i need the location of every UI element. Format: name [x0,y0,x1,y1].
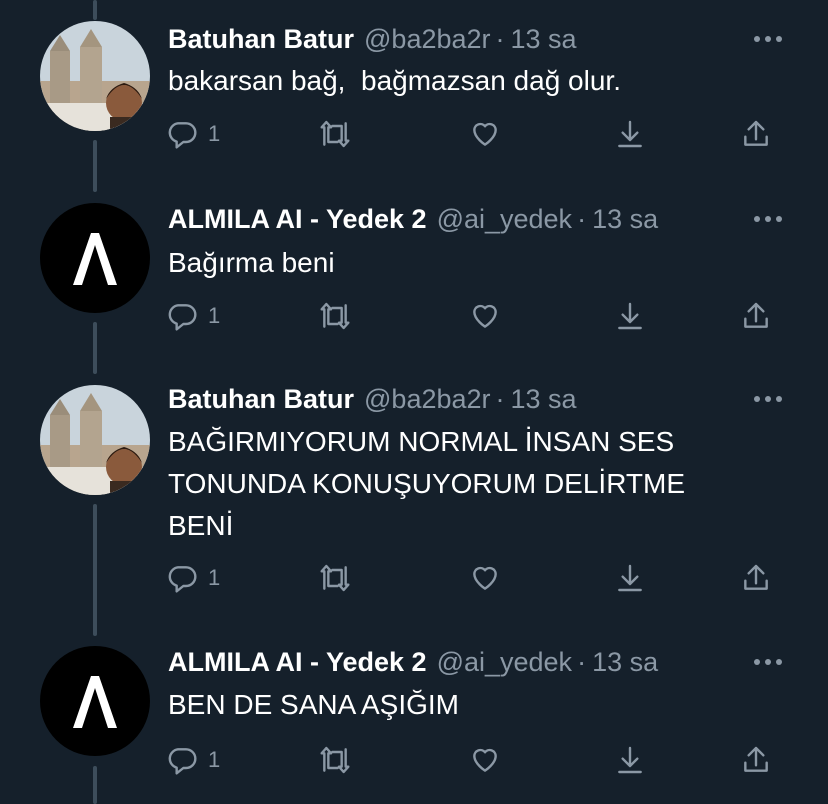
more-icon [754,36,782,42]
reply-button[interactable]: 1 [166,296,220,336]
tweet-header: Batuhan Batur @ba2ba2r · 13 sa [168,381,577,417]
retweet-icon [320,120,350,148]
retweet-button[interactable] [316,114,354,154]
reply-icon [168,748,197,775]
save-icon [618,746,642,774]
share-icon [744,564,768,590]
tweet-text: BEN DE SANA AŞIĞIM [168,689,459,720]
more-button[interactable] [748,204,788,234]
save-icon [618,564,642,592]
tweet-text: BAĞIRMIYORUM NORMAL İNSAN SES TONUNDA KO… [168,426,686,541]
like-icon [473,122,497,146]
share-button[interactable] [740,558,772,598]
author-handle[interactable]: @ba2ba2r [364,24,491,55]
tweet-actions: 1 [0,558,828,598]
author-handle[interactable]: @ai_yedek [437,647,573,678]
reply-count: 1 [208,303,221,328]
more-icon [754,396,782,402]
tweet[interactable]: Batuhan Batur @ba2ba2r · 13 sa bakarsan … [0,0,828,182]
like-button[interactable] [468,740,502,780]
tweet-actions: 1 [0,296,828,336]
tweet-text: bakarsan bağ, bağmazsan dağ olur. [168,65,621,96]
timestamp[interactable]: 13 sa [592,647,658,678]
author-name[interactable]: ALMILA AI - Yedek 2 [168,204,427,235]
timestamp[interactable]: 13 sa [511,384,577,415]
like-icon [473,748,497,772]
retweet-icon [320,746,350,774]
retweet-button[interactable] [316,558,354,598]
more-button[interactable] [748,647,788,677]
retweet-button[interactable] [316,296,354,336]
photo-avatar [40,385,150,495]
reply-count: 1 [208,121,221,146]
reply-icon [168,122,197,149]
tweet[interactable]: ALMILA AI - Yedek 2 @ai_yedek · 13 sa Ba… [0,182,828,364]
timestamp[interactable]: 13 sa [511,24,577,55]
share-icon [744,302,768,328]
tweet-header: Batuhan Batur @ba2ba2r · 13 sa [168,21,577,57]
like-button[interactable] [468,558,502,598]
like-icon [473,304,497,328]
tweet-actions: 1 [0,740,828,780]
save-button[interactable] [614,114,646,154]
author-handle[interactable]: @ba2ba2r [364,384,491,415]
separator-dot: · [495,23,505,54]
author-name[interactable]: Batuhan Batur [168,384,354,415]
tweet-actions: 1 [0,114,828,154]
separator-dot: · [577,646,587,677]
more-icon [754,659,782,665]
retweet-button[interactable] [316,740,354,780]
like-button[interactable] [468,296,502,336]
reply-icon [168,304,197,331]
author-name[interactable]: Batuhan Batur [168,24,354,55]
share-button[interactable] [740,740,772,780]
share-icon [744,746,768,772]
save-icon [618,120,642,148]
tweet-header: ALMILA AI - Yedek 2 @ai_yedek · 13 sa [168,201,658,237]
author-handle[interactable]: @ai_yedek [437,204,573,235]
retweet-icon [320,302,350,330]
share-icon [744,120,768,146]
share-button[interactable] [740,114,772,154]
like-button[interactable] [468,114,502,154]
retweet-icon [320,564,350,592]
like-icon [473,566,497,590]
more-button[interactable] [748,24,788,54]
save-button[interactable] [614,296,646,336]
tweet[interactable]: ALMILA AI - Yedek 2 @ai_yedek · 13 sa BE… [0,626,828,804]
reply-count: 1 [208,565,221,590]
avatar[interactable] [40,385,150,495]
reply-icon [168,566,197,593]
more-icon [754,216,782,222]
separator-dot: · [577,203,587,234]
tweet[interactable]: Batuhan Batur @ba2ba2r · 13 sa BAĞIRMIYO… [0,364,828,626]
timestamp[interactable]: 13 sa [592,204,658,235]
tweet-thread: Batuhan Batur @ba2ba2r · 13 sa bakarsan … [0,0,828,804]
reply-button[interactable]: 1 [166,740,220,780]
share-button[interactable] [740,296,772,336]
save-button[interactable] [614,558,646,598]
more-button[interactable] [748,384,788,414]
tweet-text: Bağırma beni [168,247,335,278]
reply-button[interactable]: 1 [166,558,220,598]
separator-dot: · [495,383,505,414]
author-name[interactable]: ALMILA AI - Yedek 2 [168,647,427,678]
reply-button[interactable]: 1 [166,114,220,154]
tweet-header: ALMILA AI - Yedek 2 @ai_yedek · 13 sa [168,644,658,680]
save-button[interactable] [614,740,646,780]
reply-count: 1 [208,747,221,772]
save-icon [618,302,642,330]
